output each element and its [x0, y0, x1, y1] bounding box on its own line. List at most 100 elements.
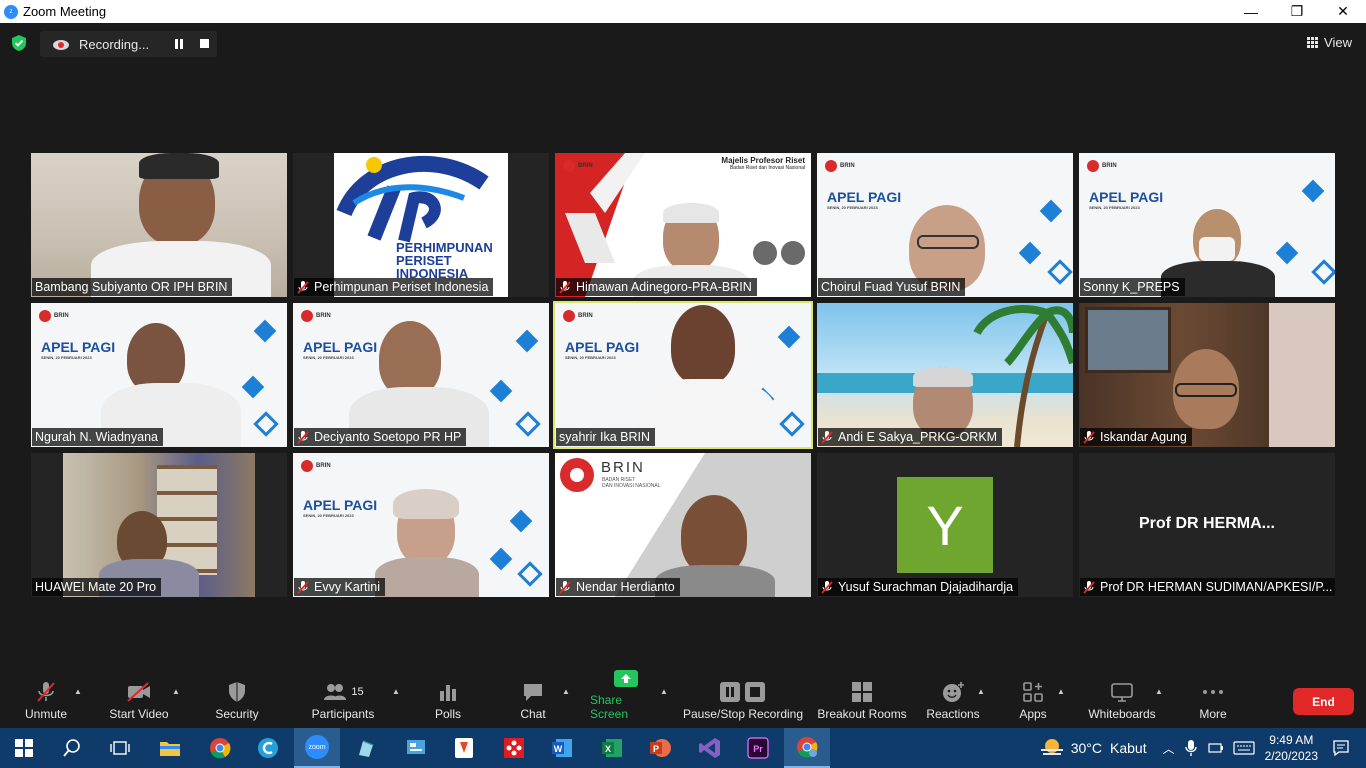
keyboard-icon[interactable]: [1233, 741, 1255, 755]
participant-name-tag: Ngurah N. Wiadnyana: [32, 428, 163, 446]
battery-plug-icon[interactable]: [1207, 741, 1225, 755]
more-button[interactable]: More: [1194, 675, 1232, 728]
video-tile[interactable]: BRIN APEL PAGI SENIN, 20 FEBRUARI 2023 Ch…: [817, 153, 1073, 297]
show-hidden-icons-chevron-icon[interactable]: ︿: [1163, 740, 1175, 757]
close-button[interactable]: ✕: [1320, 0, 1366, 23]
video-tile[interactable]: BRIN APEL PAGI SENIN, 20 FEBRUARI 2023 Ng…: [31, 303, 287, 447]
participant-name-tag: Yusuf Surachman Djajadihardja: [818, 578, 1019, 596]
apel-pagi-banner: APEL PAGI SENIN, 20 FEBRUARI 2023: [303, 497, 378, 518]
wall-picture: [1085, 307, 1171, 373]
pause-recording-icon[interactable]: [174, 39, 184, 49]
video-tile[interactable]: PERHIMPUNAN PERISET INDONESIA Perhimpuna…: [293, 153, 549, 297]
recording-indicator[interactable]: Recording...: [40, 31, 217, 57]
video-tile[interactable]: BRIN BADAN RISET DAN INOVASI NASIONAL Ne…: [555, 453, 811, 597]
stop-recording-icon[interactable]: [200, 39, 209, 48]
participant-video: [671, 305, 735, 385]
participant-video: [681, 495, 747, 575]
chat-button[interactable]: Chat: [514, 675, 552, 728]
mpr-header: Majelis Profesor Riset Badan Riset dan I…: [721, 156, 805, 171]
unmute-options-caret[interactable]: ▲: [74, 687, 82, 696]
powerpoint-icon[interactable]: P: [648, 736, 672, 760]
apps-button[interactable]: Apps: [1014, 675, 1052, 728]
participant-name-tag: syahrir Ika BRIN: [556, 428, 655, 446]
brin-logo: BRIN: [825, 160, 855, 172]
task-view-icon[interactable]: [108, 736, 132, 760]
chrome-profile-icon[interactable]: [784, 728, 830, 768]
file-explorer-icon[interactable]: [158, 736, 182, 760]
pause-stop-recording-button[interactable]: Pause/Stop Recording: [682, 675, 804, 728]
video-tile[interactable]: BRIN APEL PAGI SENIN, 20 FEBRUARI 2023 So…: [1079, 153, 1335, 297]
reactions-button[interactable]: Reactions: [924, 675, 982, 728]
weather-desc[interactable]: Kabut: [1110, 740, 1147, 756]
unmute-button[interactable]: Unmute: [22, 675, 70, 728]
clock[interactable]: 9:49 AM 2/20/2023: [1265, 732, 1318, 764]
video-tile[interactable]: HUAWEI Mate 20 Pro: [31, 453, 287, 597]
weather-fog-icon[interactable]: [1039, 737, 1065, 759]
video-tile-active-speaker[interactable]: BRIN APEL PAGI SENIN, 20 FEBRUARI 2023 sy…: [553, 301, 813, 449]
video-options-caret[interactable]: ▲: [172, 687, 180, 696]
mic-muted-icon: [297, 430, 309, 444]
pen-app-icon[interactable]: [354, 736, 378, 760]
video-tile[interactable]: Bambang Subiyanto OR IPH BRIN: [31, 153, 287, 297]
mic-muted-icon: [1083, 580, 1095, 594]
minimize-button[interactable]: —: [1228, 0, 1274, 23]
video-tile[interactable]: BRIN Majelis Profesor Riset Badan Riset …: [555, 153, 811, 297]
zoom-taskbar-icon[interactable]: zoom: [294, 728, 340, 768]
start-video-button[interactable]: Start Video: [108, 675, 170, 728]
weather-temp[interactable]: 30°C: [1071, 740, 1102, 756]
video-tile[interactable]: Iskandar Agung: [1079, 303, 1335, 447]
participant-name-tag: Choirul Fuad Yusuf BRIN: [818, 278, 966, 296]
word-icon[interactable]: W: [550, 736, 574, 760]
search-icon[interactable]: [60, 736, 84, 760]
excel-icon[interactable]: X: [600, 736, 624, 760]
reactions-options-caret[interactable]: ▲: [977, 687, 985, 696]
end-meeting-button[interactable]: End: [1293, 688, 1354, 715]
shield-check-icon[interactable]: [10, 34, 28, 52]
participants-count: 15: [351, 686, 364, 698]
participants-options-caret[interactable]: ▲: [392, 687, 400, 696]
brin-logo: BRIN: [301, 460, 331, 472]
participant-name-tag: Prof DR HERMAN SUDIMAN/APKESI/P...: [1080, 578, 1335, 596]
visual-studio-icon[interactable]: [698, 736, 722, 760]
video-tile[interactable]: Andi E Sakya_PRKG-ORKM: [817, 303, 1073, 447]
view-button[interactable]: View: [1307, 35, 1352, 50]
browser-c-icon[interactable]: [256, 736, 280, 760]
chat-options-caret[interactable]: ▲: [562, 687, 570, 696]
notifications-icon[interactable]: [1332, 739, 1350, 757]
chrome-icon[interactable]: [208, 736, 232, 760]
maximize-button[interactable]: ❐: [1274, 0, 1320, 23]
mic-muted-icon: [821, 580, 833, 594]
whiteboards-options-caret[interactable]: ▲: [1155, 687, 1163, 696]
apel-pagi-banner: APEL PAGI SENIN, 20 FEBRUARI 2023: [41, 339, 116, 360]
network-app-icon[interactable]: [502, 736, 526, 760]
apps-icon: [1023, 682, 1043, 702]
whiteboard-icon: [1111, 683, 1133, 702]
svg-text:P: P: [653, 744, 659, 754]
share-screen-button[interactable]: Share Screen: [590, 670, 662, 728]
security-shield-icon: [229, 682, 245, 702]
video-tile[interactable]: BRIN APEL PAGI SENIN, 20 FEBRUARI 2023 De…: [293, 303, 549, 447]
video-tile[interactable]: Prof DR HERMA... Prof DR HERMAN SUDIMAN/…: [1079, 453, 1335, 597]
participants-icon: [324, 684, 347, 700]
share-options-caret[interactable]: ▲: [660, 687, 668, 696]
premiere-icon[interactable]: Pr: [746, 736, 770, 760]
video-tile[interactable]: BRIN APEL PAGI SENIN, 20 FEBRUARI 2023 Ev…: [293, 453, 549, 597]
pdf-reader-icon[interactable]: [452, 736, 476, 760]
whiteboards-button[interactable]: Whiteboards: [1084, 675, 1160, 728]
participant-name-tag: Himawan Adinegoro-PRA-BRIN: [556, 278, 757, 296]
participants-button[interactable]: 15 Participants: [310, 675, 376, 728]
microphone-tray-icon[interactable]: [1184, 739, 1197, 757]
brin-logo: BRIN: [39, 310, 69, 322]
breakout-rooms-button[interactable]: Breakout Rooms: [816, 675, 908, 728]
windows-start-icon[interactable]: [12, 736, 36, 760]
chat-bubble-icon: [524, 684, 542, 701]
security-button[interactable]: Security: [212, 675, 262, 728]
microphone-muted-icon: [37, 682, 55, 702]
video-tile[interactable]: Y Yusuf Surachman Djajadihardja: [817, 453, 1073, 597]
apps-options-caret[interactable]: ▲: [1057, 687, 1065, 696]
control-panel-icon[interactable]: [404, 736, 428, 760]
brin-logo: BRIN: [301, 310, 331, 322]
polls-button[interactable]: Polls: [428, 675, 468, 728]
apel-pagi-banner: APEL PAGI SENIN, 20 FEBRUARI 2023: [565, 339, 640, 360]
participant-name-tag: Deciyanto Soetopo PR HP: [294, 428, 467, 446]
